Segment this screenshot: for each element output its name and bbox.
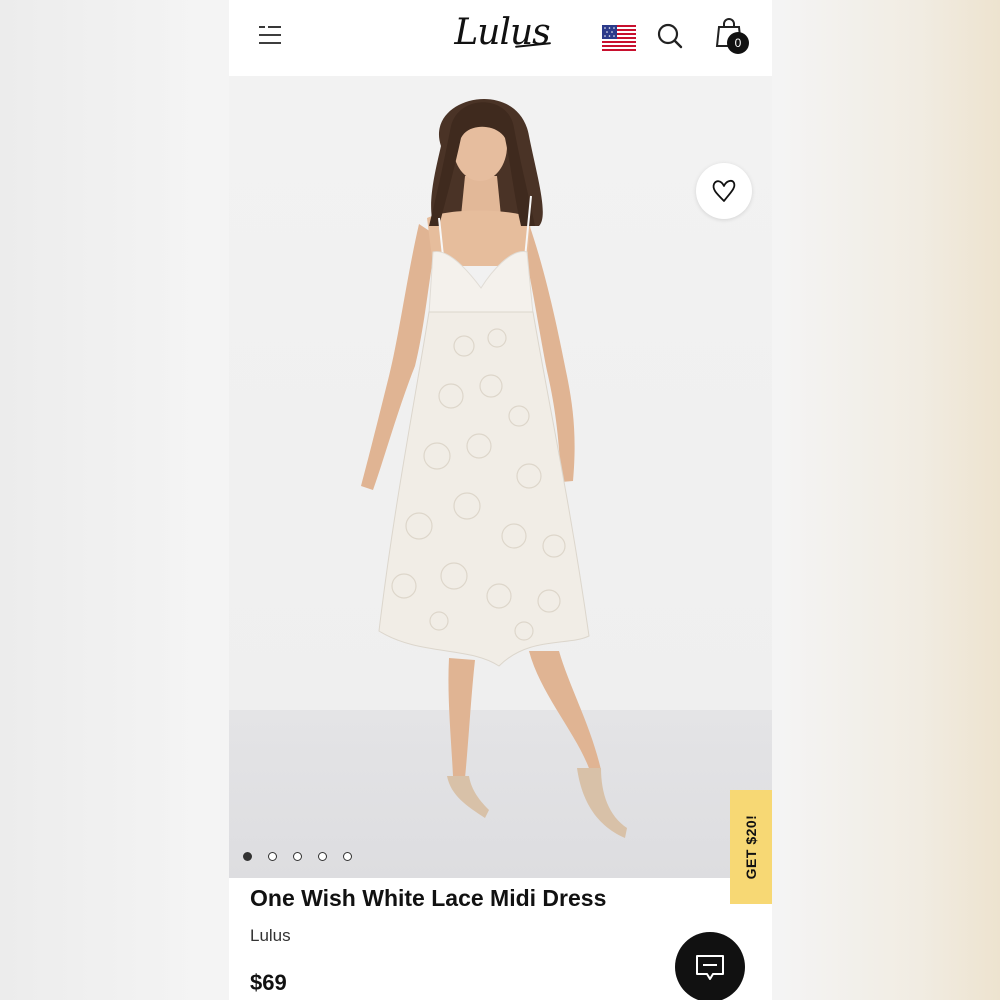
lulus-logo[interactable]: Lulus [447, 10, 557, 56]
promo-label: GET $20! [743, 814, 759, 880]
chat-icon [696, 955, 724, 980]
heart-icon [712, 179, 736, 202]
cart-count-badge: 0 [727, 32, 749, 54]
chat-button[interactable] [675, 932, 745, 1000]
mobile-page: Lulus 0 GET $20! One Wish White Lace Mid… [229, 0, 772, 1000]
get-20-promo-tab[interactable]: GET $20! [730, 790, 772, 904]
gallery-dot-5[interactable] [343, 852, 352, 861]
product-title: One Wish White Lace Midi Dress [250, 885, 607, 911]
gallery-dot-4[interactable] [318, 852, 327, 861]
search-icon[interactable] [656, 22, 684, 50]
us-flag-icon[interactable] [602, 25, 636, 51]
wishlist-button[interactable] [696, 163, 752, 219]
product-brand[interactable]: Lulus [250, 926, 291, 946]
gallery-dot-1[interactable] [243, 852, 252, 861]
site-header: Lulus 0 [229, 0, 772, 76]
product-image-gallery[interactable] [229, 76, 772, 878]
product-price: $69 [250, 970, 287, 995]
gallery-dot-2[interactable] [268, 852, 277, 861]
product-photo-model [361, 98, 627, 838]
hamburger-menu-icon[interactable] [257, 24, 283, 46]
gallery-dot-3[interactable] [293, 852, 302, 861]
